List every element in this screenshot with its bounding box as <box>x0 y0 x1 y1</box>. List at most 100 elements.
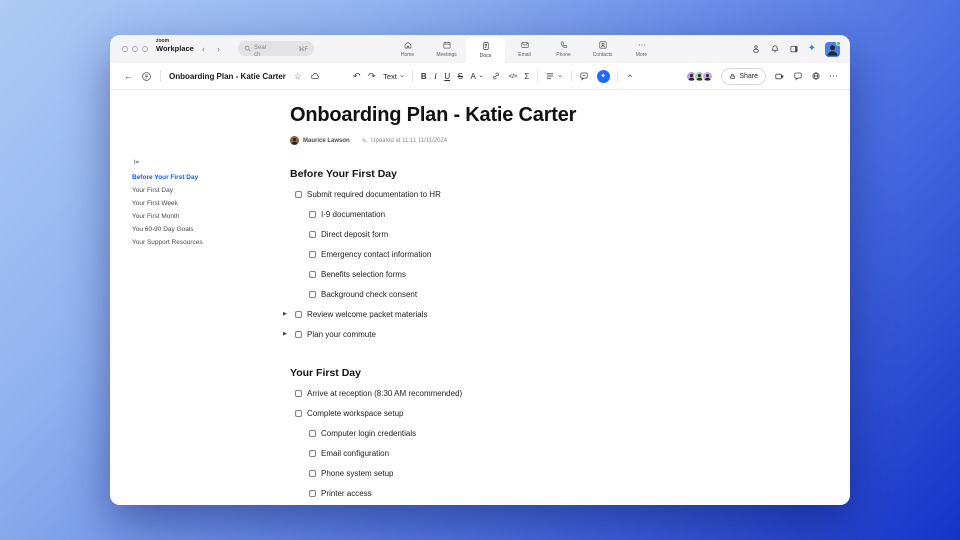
profile-avatar[interactable] <box>825 40 841 57</box>
meetings-icon <box>442 40 452 50</box>
redo-icon[interactable]: ↷ <box>368 71 376 81</box>
search-shortcut: ⌘F <box>298 46 308 53</box>
checklist-item[interactable]: Benefits selection forms <box>283 264 760 284</box>
divider <box>412 70 414 82</box>
checkbox[interactable] <box>309 210 316 218</box>
tab-more[interactable]: More <box>622 35 661 63</box>
italic-button[interactable]: I <box>434 72 437 81</box>
checklist-item[interactable]: Email configuration <box>283 443 760 463</box>
checklist-item[interactable]: Submit required documentation to HR <box>283 184 760 204</box>
text-color-dropdown[interactable]: A <box>470 72 483 81</box>
close-window-button[interactable] <box>122 46 128 52</box>
checklist-item[interactable]: Computer login credentials <box>283 423 760 443</box>
outline-item[interactable]: Your First Week <box>132 197 282 210</box>
checkbox[interactable] <box>295 409 302 417</box>
checkbox[interactable] <box>309 290 316 298</box>
tab-meetings[interactable]: Meetings <box>427 35 466 63</box>
checklist-item[interactable]: Arrive at reception (8:30 AM recommended… <box>283 383 760 403</box>
checklist-item[interactable]: Phone system setup <box>283 463 760 483</box>
checkbox[interactable] <box>309 270 316 278</box>
divider <box>160 70 161 82</box>
tab-home[interactable]: Home <box>388 35 427 63</box>
zoom-window-button[interactable] <box>142 46 148 52</box>
page-title: Onboarding Plan - Katie Carter <box>290 104 577 126</box>
checklist-item[interactable]: I-9 documentation <box>283 204 760 224</box>
collapse-triangle-icon[interactable]: ▶ <box>283 311 295 317</box>
video-camera-icon[interactable] <box>774 71 785 82</box>
zoom-workplace-window: zoom Workplace ‹ › Search ⌘F Home Meeting… <box>110 35 850 505</box>
checkbox[interactable] <box>309 230 316 238</box>
assistant-icon[interactable] <box>751 44 761 54</box>
collapse-outline-icon[interactable] <box>133 158 282 166</box>
checklist-item[interactable]: Printer access <box>283 483 760 503</box>
checkbox[interactable] <box>309 449 316 457</box>
bold-button[interactable]: B <box>421 72 427 81</box>
checklist-item[interactable]: Emergency contact information <box>283 244 760 264</box>
checklist-item[interactable]: ▶ Plan your commute <box>283 324 760 344</box>
search-input[interactable]: Search ⌘F <box>238 41 314 58</box>
link-icon[interactable] <box>491 71 501 81</box>
minimize-window-button[interactable] <box>132 46 138 52</box>
notifications-bell-icon[interactable] <box>770 44 780 54</box>
back-nav-icon[interactable]: ‹ <box>202 44 205 54</box>
checklist-item-text: Arrive at reception (8:30 AM recommended… <box>307 388 463 398</box>
checkbox[interactable] <box>309 469 316 477</box>
window-controls[interactable] <box>122 46 148 52</box>
text-style-dropdown[interactable]: Text <box>383 72 405 81</box>
formula-icon[interactable]: Σ <box>524 72 529 81</box>
ai-companion-button[interactable]: ✦ <box>596 69 610 83</box>
side-panel-icon[interactable] <box>789 44 799 54</box>
code-icon[interactable]: </> <box>509 73 517 80</box>
tab-phone[interactable]: Phone <box>544 35 583 63</box>
globe-icon[interactable] <box>811 71 821 81</box>
checklist-item-text: Review welcome packet materials <box>307 309 428 319</box>
undo-icon[interactable]: ↶ <box>353 71 361 81</box>
forward-nav-icon[interactable]: › <box>217 44 220 54</box>
list-align-dropdown[interactable] <box>545 71 563 81</box>
underline-button[interactable]: U <box>444 72 450 81</box>
outline-item[interactable]: Your Support Resources <box>132 236 282 249</box>
tab-email[interactable]: Email <box>505 35 544 63</box>
tab-label: Phone <box>556 51 571 58</box>
checklist-item-text: Direct deposit form <box>321 229 389 239</box>
tab-contacts[interactable]: Contacts <box>583 35 622 63</box>
collapse-toolbar-icon[interactable] <box>626 72 634 80</box>
home-icon <box>403 40 413 50</box>
checkbox[interactable] <box>309 489 316 497</box>
strikethrough-button[interactable]: S <box>458 72 463 81</box>
checklist-item-text: Computer login credentials <box>321 428 417 438</box>
outline-item[interactable]: Your First Month <box>132 210 282 223</box>
author-avatar <box>290 136 299 145</box>
tab-docs[interactable]: Docs <box>466 37 505 63</box>
docs-home-icon[interactable] <box>141 71 152 82</box>
checkbox[interactable] <box>295 330 302 338</box>
checkbox[interactable] <box>309 429 316 437</box>
comment-icon[interactable] <box>579 71 589 81</box>
back-icon[interactable]: ← <box>124 71 133 81</box>
collaborator-avatars[interactable] <box>686 70 714 82</box>
checklist-item[interactable]: Direct deposit form <box>283 224 760 244</box>
checklist-item[interactable]: Complete workspace setup <box>283 403 760 423</box>
collaborator-avatar <box>702 70 714 82</box>
outline-item[interactable]: Your First Day <box>132 184 282 197</box>
divider <box>536 70 538 82</box>
share-button[interactable]: Share <box>721 67 766 85</box>
checklist-item-text: Phone system setup <box>321 468 394 478</box>
outline-item[interactable]: Before Your First Day <box>132 171 282 184</box>
favorite-star-icon[interactable]: ☆ <box>294 71 302 82</box>
chat-bubble-icon[interactable] <box>793 71 803 81</box>
checklist-item[interactable]: ▶ Review welcome packet materials <box>283 304 760 324</box>
more-options-icon[interactable]: ⋯ <box>829 71 838 81</box>
titlebar: zoom Workplace ‹ › Search ⌘F Home Meeting… <box>110 35 850 63</box>
checkbox[interactable] <box>295 190 302 198</box>
titlebar-right-icons: ✦ <box>751 35 841 63</box>
checkbox[interactable] <box>295 310 302 318</box>
checklist-item-text: I-9 documentation <box>321 209 386 219</box>
outline-item[interactable]: You 60-90 Day Goals <box>132 223 282 236</box>
ai-sparkle-icon[interactable]: ✦ <box>808 44 816 54</box>
checkbox[interactable] <box>295 389 302 397</box>
formatting-toolbar: ↶ ↷ Text B I U S A </> Σ ✦ <box>353 63 634 89</box>
checkbox[interactable] <box>309 250 316 258</box>
collapse-triangle-icon[interactable]: ▶ <box>283 331 295 337</box>
checklist-item[interactable]: Background check consent <box>283 284 760 304</box>
